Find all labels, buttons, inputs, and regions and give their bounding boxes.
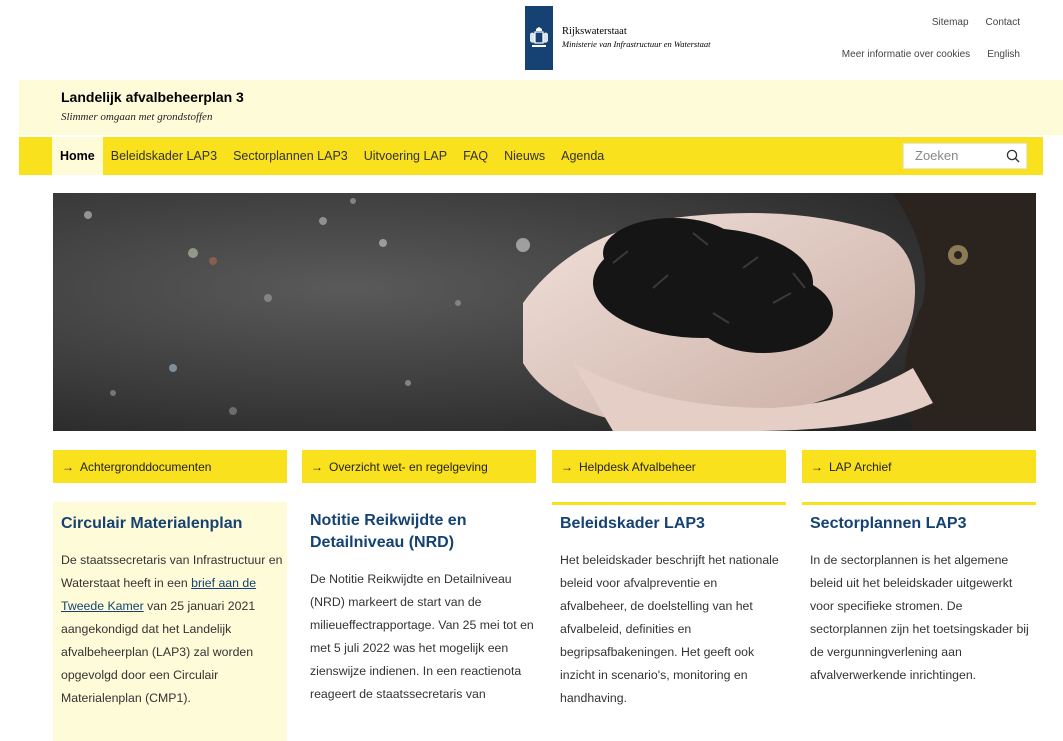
contact-link[interactable]: Contact: [986, 17, 1020, 28]
nav-item-agenda[interactable]: Agenda: [553, 137, 612, 175]
card-beleidskader-lap3: Beleidskader LAP3 Het beleidskader besch…: [552, 502, 786, 741]
logo-line-2: Ministerie van Infrastructuur en Waterst…: [562, 39, 711, 49]
card-title[interactable]: Sectorplannen LAP3: [810, 513, 1036, 535]
card-title[interactable]: Notitie Reikwijdte en Detailniveau (NRD): [310, 510, 536, 554]
top-header: Rijkswaterstaat Ministerie van Infrastru…: [0, 0, 1063, 80]
main-navigation: Home Beleidskader LAP3 Sectorplannen LAP…: [19, 137, 1043, 175]
search-box: [903, 143, 1027, 169]
site-subtitle: Slimmer omgaan met grondstoffen: [61, 111, 213, 123]
card-sectorplannen-lap3: Sectorplannen LAP3 In de sectorplannen i…: [802, 502, 1036, 741]
logo-line-1: Rijkswaterstaat: [562, 26, 627, 37]
coat-of-arms-icon: [525, 6, 553, 70]
card-title[interactable]: Circulair Materialenplan: [61, 513, 287, 535]
site-header: Landelijk afvalbeheerplan 3 Slimmer omga…: [19, 80, 1063, 135]
arrow-right-icon: →: [811, 459, 823, 474]
arrow-right-icon: →: [62, 459, 74, 474]
nav-item-beleidskader[interactable]: Beleidskader LAP3: [103, 137, 225, 175]
site-title[interactable]: Landelijk afvalbeheerplan 3: [61, 89, 244, 105]
arrow-right-icon: →: [561, 459, 573, 474]
card-title[interactable]: Beleidskader LAP3: [560, 513, 786, 535]
link-label: Achtergronddocumenten: [80, 459, 212, 474]
nav-item-uitvoering[interactable]: Uitvoering LAP: [356, 137, 455, 175]
card-text: In de sectorplannen is het algemene bele…: [810, 553, 1029, 682]
search-input[interactable]: [915, 148, 1005, 163]
card-notitie-nrd: Notitie Reikwijdte en Detailniveau (NRD)…: [302, 502, 536, 741]
link-achtergronddocumenten[interactable]: → Achtergronddocumenten: [53, 450, 287, 483]
english-link[interactable]: English: [987, 49, 1020, 60]
nav-item-sectorplannen[interactable]: Sectorplannen LAP3: [225, 137, 356, 175]
hero-image: [53, 193, 1036, 431]
nav-item-home[interactable]: Home: [52, 137, 103, 175]
link-label: Helpdesk Afvalbeheer: [579, 459, 696, 474]
arrow-right-icon: →: [311, 459, 323, 474]
card-text: De staatssecretaris van Infrastructuur e…: [61, 553, 283, 705]
nav-item-faq[interactable]: FAQ: [455, 137, 496, 175]
card-text: De Notitie Reikwijdte en Detailniveau (N…: [310, 572, 534, 701]
link-lap-archief[interactable]: → LAP Archief: [802, 450, 1036, 483]
link-label: Overzicht wet- en regelgeving: [329, 459, 488, 474]
nav-item-nieuws[interactable]: Nieuws: [496, 137, 553, 175]
rijkswaterstaat-logo[interactable]: Rijkswaterstaat Ministerie van Infrastru…: [525, 6, 710, 70]
card-text: Het beleidskader beschrijft het national…: [560, 553, 779, 705]
utility-links: Sitemap Contact Meer informatie over coo…: [842, 17, 1020, 81]
cookies-link[interactable]: Meer informatie over cookies: [842, 49, 970, 60]
sitemap-link[interactable]: Sitemap: [932, 17, 969, 28]
link-label: LAP Archief: [829, 459, 892, 474]
card-circulair-materialenplan: Circulair Materialenplan De staatssecret…: [53, 502, 287, 741]
search-icon[interactable]: [1006, 149, 1020, 168]
link-wet-en-regelgeving[interactable]: → Overzicht wet- en regelgeving: [302, 450, 536, 483]
link-helpdesk-afvalbeheer[interactable]: → Helpdesk Afvalbeheer: [552, 450, 786, 483]
